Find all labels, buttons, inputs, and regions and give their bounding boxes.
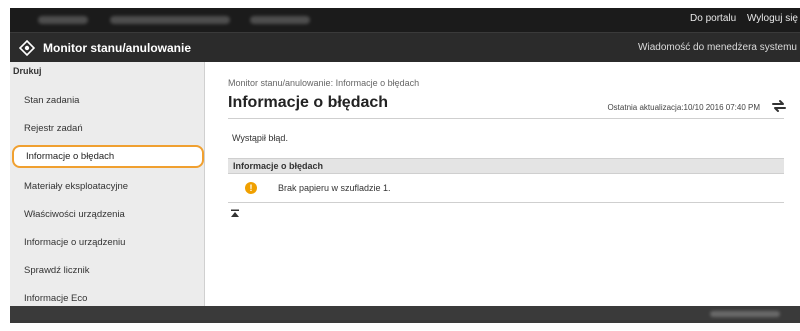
divider [228, 202, 784, 203]
main-content: Monitor stanu/anulowanie: Informacje o b… [205, 62, 800, 306]
page-title: Informacje o błędach [228, 94, 389, 111]
error-section-header: Informacje o błędach [228, 158, 784, 174]
sidebar-section-title: Drukuj [13, 66, 42, 76]
top-bar: Do portalu Wyloguj się [10, 8, 800, 32]
app-title: Monitor stanu/anulowanie [43, 41, 192, 55]
blurred-text [38, 16, 88, 24]
sidebar-item-eco-information[interactable]: Informacje Eco [24, 293, 87, 304]
warning-icon: ! [245, 182, 257, 194]
sidebar: Drukuj Stan zadania Rejestr zadań Inform… [10, 62, 205, 306]
blurred-text [250, 16, 310, 24]
sidebar-item-error-information[interactable]: Informacje o błędach [12, 145, 204, 168]
sidebar-item-device-features[interactable]: Właściwości urządzenia [24, 209, 125, 220]
sidebar-item-consumables[interactable]: Materiały eksploatacyjne [24, 181, 128, 192]
sidebar-item-job-status[interactable]: Stan zadania [24, 95, 79, 106]
divider [228, 118, 784, 119]
portal-link[interactable]: Do portalu [690, 13, 736, 24]
blurred-text [710, 311, 780, 317]
logout-link[interactable]: Wyloguj się [747, 13, 798, 24]
sidebar-item-check-counter[interactable]: Sprawdź licznik [24, 265, 89, 276]
error-message: Wystąpił błąd. [232, 133, 288, 143]
error-item-text: Brak papieru w szufladzie 1. [278, 183, 391, 193]
title-bar: Monitor stanu/anulowanie Wiadomość do me… [10, 32, 800, 63]
blurred-text [110, 16, 230, 24]
top-links: Do portalu Wyloguj się [682, 13, 798, 24]
refresh-icon[interactable] [770, 98, 788, 114]
sidebar-item-job-log[interactable]: Rejestr zadań [24, 123, 83, 134]
back-to-top-icon[interactable] [230, 209, 240, 219]
last-update-text: Ostatnia aktualizacja:10/10 2016 07:40 P… [607, 103, 760, 112]
bottom-bar [10, 306, 800, 323]
browser-page: Do portalu Wyloguj się Monitor stanu/anu… [10, 8, 800, 323]
sidebar-item-device-information[interactable]: Informacje o urządzeniu [24, 237, 125, 248]
logo-icon [19, 40, 35, 56]
section-title: Informacje o błędach [233, 161, 324, 171]
message-to-admin-link[interactable]: Wiadomość do menedżera systemu [638, 42, 797, 53]
breadcrumb: Monitor stanu/anulowanie: Informacje o b… [228, 78, 420, 88]
